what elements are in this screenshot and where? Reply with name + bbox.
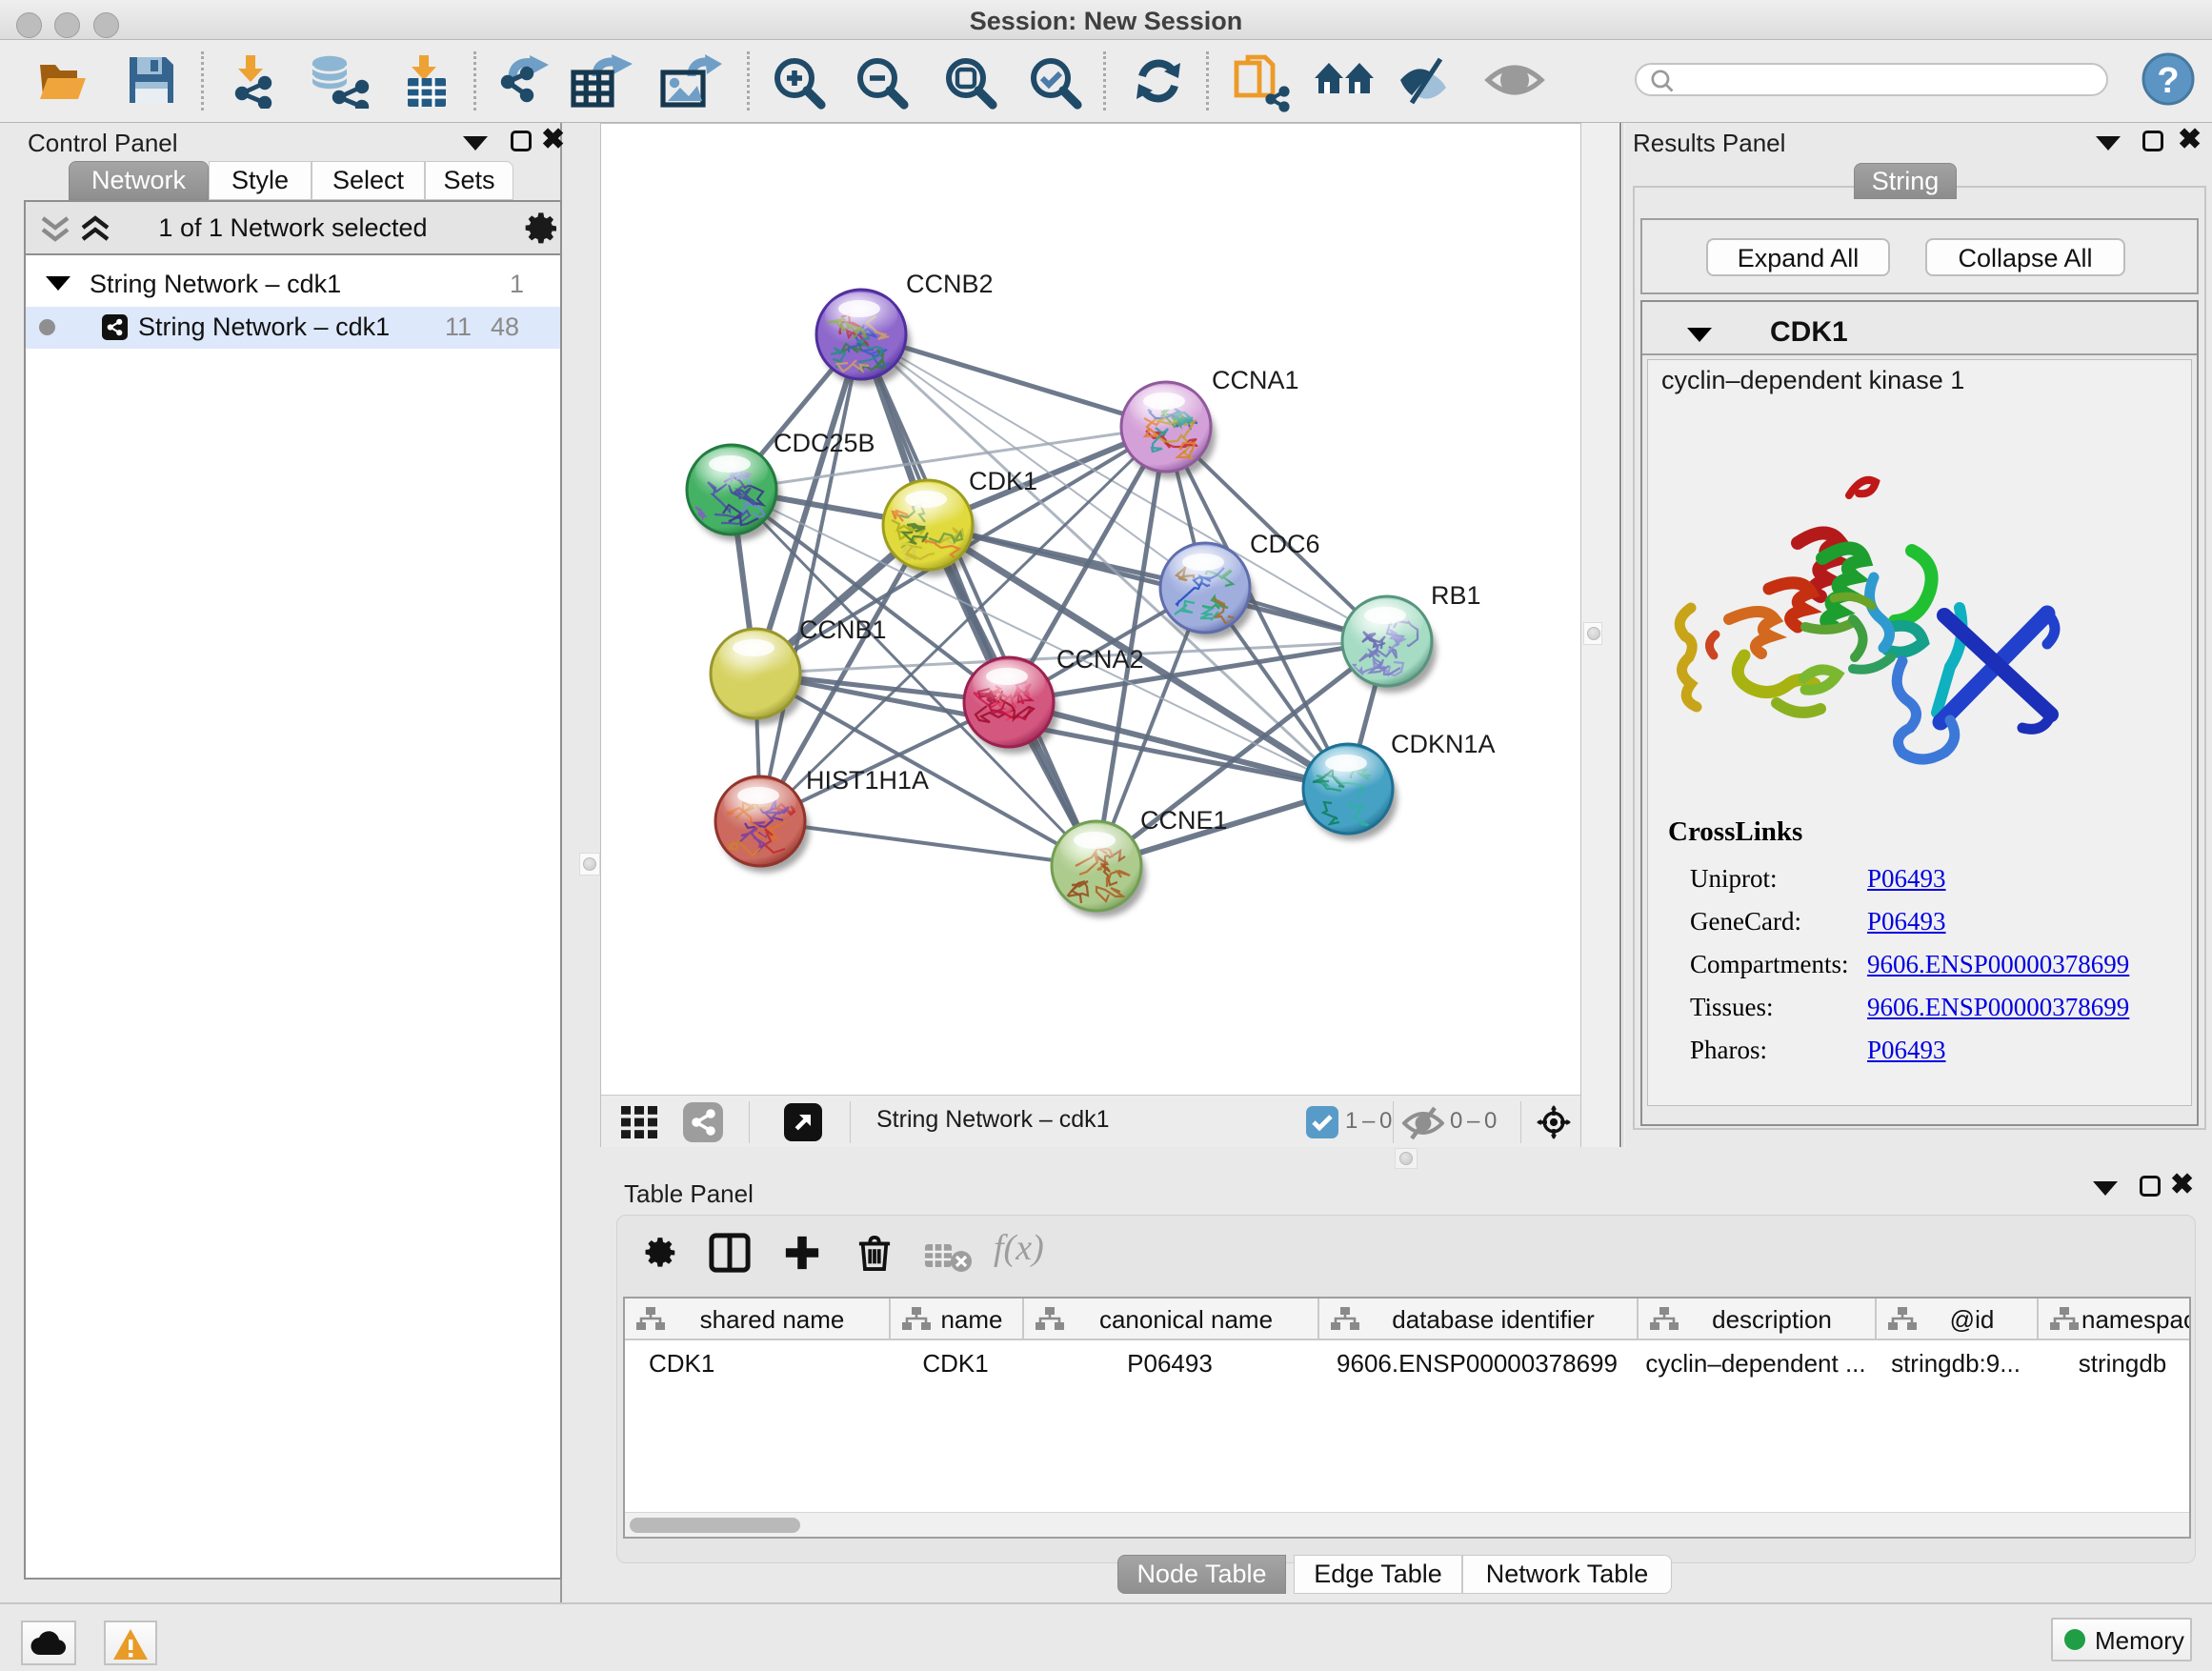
svg-text:CCNA1: CCNA1 [1212,366,1299,394]
svg-text:CCNB1: CCNB1 [799,615,887,644]
svg-text:RB1: RB1 [1431,581,1481,610]
svg-text:CDKN1A: CDKN1A [1391,730,1496,758]
svg-text:CDC25B: CDC25B [774,429,875,457]
svg-text:?: ? [2157,61,2179,101]
svg-text:CDC6: CDC6 [1250,530,1320,558]
svg-text:CCNB2: CCNB2 [906,270,994,298]
svg-text:CCNA2: CCNA2 [1056,645,1144,674]
svg-text:CCNE1: CCNE1 [1140,806,1228,835]
svg-text:CDK1: CDK1 [969,467,1037,495]
svg-text:HIST1H1A: HIST1H1A [806,766,929,795]
